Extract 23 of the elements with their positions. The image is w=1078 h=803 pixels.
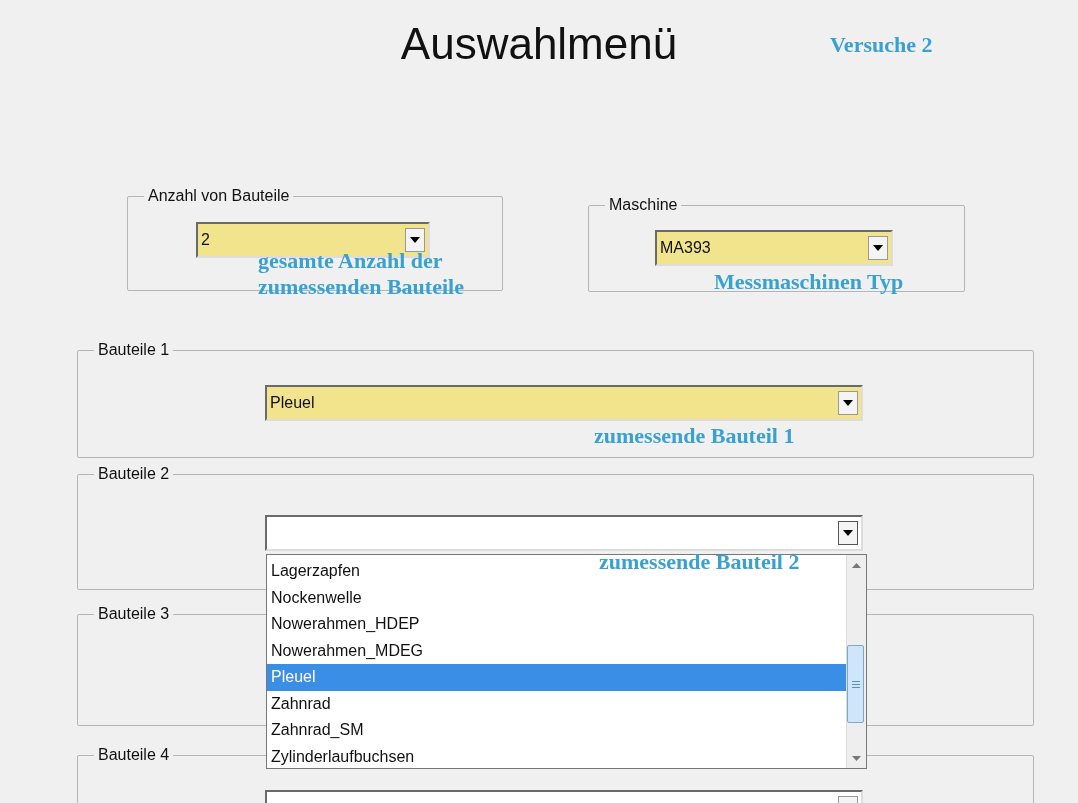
list-option[interactable]: Nowerahmen_HDEP <box>267 611 424 638</box>
list-option[interactable]: Nowerahmen_MDEG <box>267 637 428 664</box>
form-title: Auswahlmenü <box>400 18 678 70</box>
caret-icon <box>843 400 853 406</box>
annotation-text: Versuche 2 <box>830 32 933 58</box>
list-option[interactable]: Lagerzapfen <box>267 558 364 585</box>
caret-icon <box>410 237 420 243</box>
annotation-text: zumessende Bauteil 2 <box>599 549 800 575</box>
dropdown[interactable]: MA393 <box>655 230 893 266</box>
list-option[interactable]: Zahnrad_SM <box>267 717 368 744</box>
list-option[interactable]: Nockenwelle <box>267 584 366 611</box>
caret-icon <box>873 245 883 251</box>
grip-icon <box>851 680 860 688</box>
list-option[interactable]: Zylinderlaufbuchsen <box>267 743 419 770</box>
dropdown[interactable] <box>265 515 863 551</box>
up-arrow-icon[interactable] <box>852 562 861 568</box>
caret-icon <box>843 530 853 536</box>
scrollbar-thumb[interactable] <box>847 645 864 723</box>
list-option[interactable]: Zahnrad <box>267 690 335 717</box>
annotation-text: Messmaschinen Typ <box>714 269 904 295</box>
down-arrow-icon[interactable] <box>852 755 861 761</box>
dropdown[interactable]: Pleuel <box>265 385 863 421</box>
annotation-text: zumessende Bauteil 1 <box>594 423 795 449</box>
